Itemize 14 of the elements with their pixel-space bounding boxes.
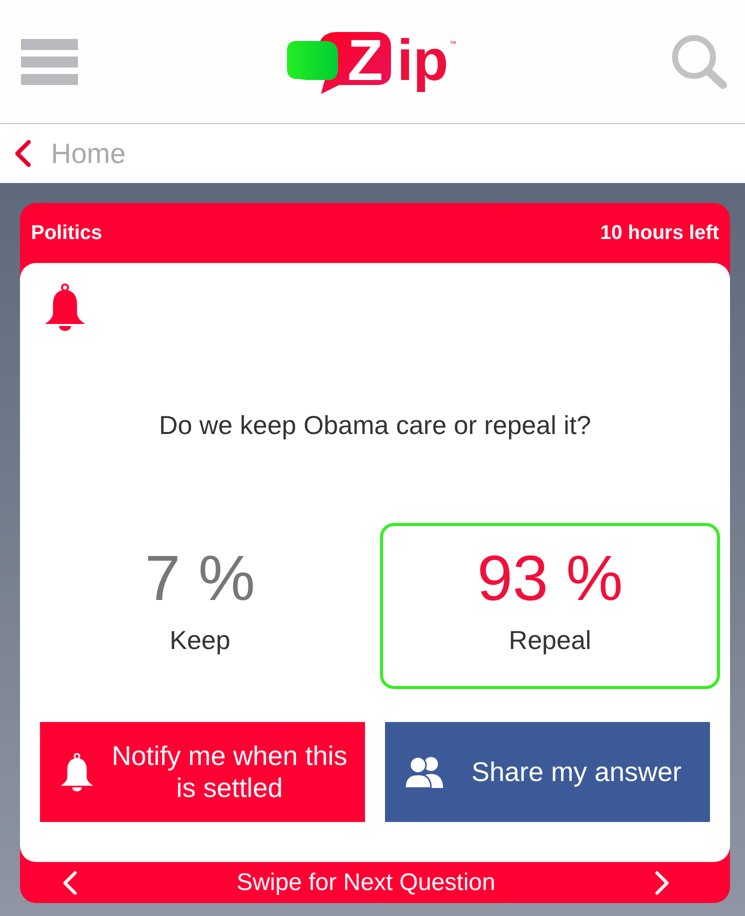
answer-option[interactable]: 7 % Keep (30, 523, 370, 689)
category-label: Politics (31, 221, 102, 246)
notify-button[interactable]: Notify me when this is settled (40, 722, 365, 822)
chevron-left-icon (14, 140, 32, 167)
question-text: Do we keep Obama care or repeal it? (158, 410, 592, 440)
chevron-left-icon[interactable] (62, 870, 78, 894)
share-button[interactable]: Share my answer (385, 722, 710, 822)
time-left-label: 10 hours left (600, 221, 719, 246)
chevron-right-icon[interactable] (654, 870, 670, 894)
answer-option[interactable]: 93 % Repeal (380, 523, 720, 689)
bell-icon[interactable] (44, 283, 86, 331)
people-icon (405, 756, 443, 788)
bell-icon (60, 752, 94, 792)
swipe-hint: Swipe for Next Question (236, 870, 496, 894)
